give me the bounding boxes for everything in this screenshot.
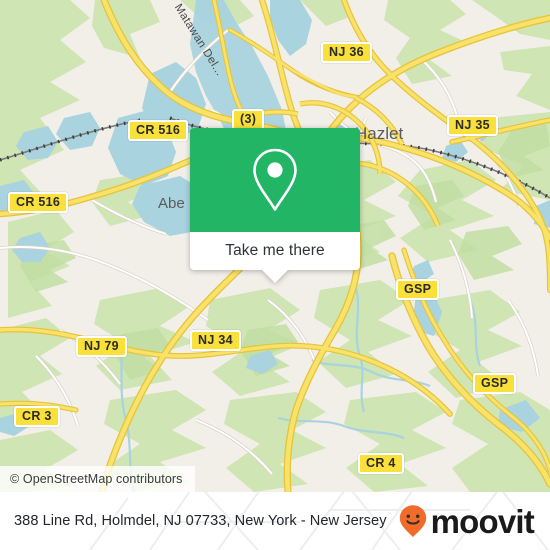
road-shield-gsp-south[interactable]: GSP xyxy=(473,373,517,394)
place-label-aberdeen: Abe xyxy=(158,195,185,212)
osm-attribution: © OpenStreetMap contributors xyxy=(0,466,195,492)
map-pin-icon xyxy=(253,148,297,211)
footer-bar: 388 Line Rd, Holmdel, NJ 07733, New York… xyxy=(0,492,550,550)
take-me-there-button[interactable]: Take me there xyxy=(225,242,325,260)
road-shield-gsp-north[interactable]: GSP xyxy=(396,279,440,300)
address-text: 388 Line Rd, Holmdel, NJ 07733, New York… xyxy=(14,513,387,529)
road-shield-nj36[interactable]: NJ 36 xyxy=(321,42,372,63)
road-shield-cr3[interactable]: CR 3 xyxy=(14,406,60,427)
road-shield-cr516-west[interactable]: CR 516 xyxy=(8,192,69,213)
place-label-hazlet: Hazlet xyxy=(355,124,404,143)
popup-footer[interactable]: Take me there xyxy=(190,232,360,283)
road-shield-cr4[interactable]: CR 4 xyxy=(358,453,404,474)
destination-popup[interactable]: Take me there xyxy=(190,128,360,283)
map-result-card: Hazlet Abe Matawan Del... NJ 36 NJ 35 CR… xyxy=(0,0,550,550)
popup-header xyxy=(190,128,360,232)
road-shield-nj79[interactable]: NJ 79 xyxy=(76,336,127,357)
osm-attribution-text: © OpenStreetMap contributors xyxy=(10,472,183,486)
popup-tail xyxy=(262,270,288,283)
moovit-logo[interactable]: moovit xyxy=(398,502,535,540)
road-shield-nj34[interactable]: NJ 34 xyxy=(190,330,241,351)
road-shield-nj35[interactable]: NJ 35 xyxy=(447,115,498,136)
road-shield-cr516-north[interactable]: CR 516 xyxy=(128,120,189,141)
moovit-pin-smiley-icon xyxy=(399,505,426,537)
road-shield-exit-3[interactable]: (3) xyxy=(232,109,265,130)
moovit-wordmark: moovit xyxy=(430,502,535,540)
